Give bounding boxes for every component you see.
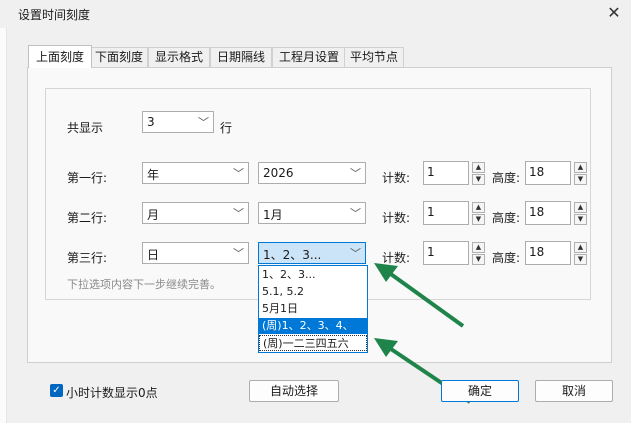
- auto-select-button[interactable]: 自动选择: [249, 380, 339, 402]
- tab-top-scale[interactable]: 上面刻度: [28, 45, 92, 68]
- annotation-arrows: [374, 263, 472, 404]
- cancel-button[interactable]: 取消: [535, 380, 613, 402]
- checkbox-checked-icon[interactable]: ✓: [50, 384, 63, 397]
- ok-button[interactable]: 确定: [441, 380, 519, 402]
- annotation-arrow: [374, 263, 465, 328]
- hour-count-checkbox-label: 小时计数显示0点: [66, 386, 158, 400]
